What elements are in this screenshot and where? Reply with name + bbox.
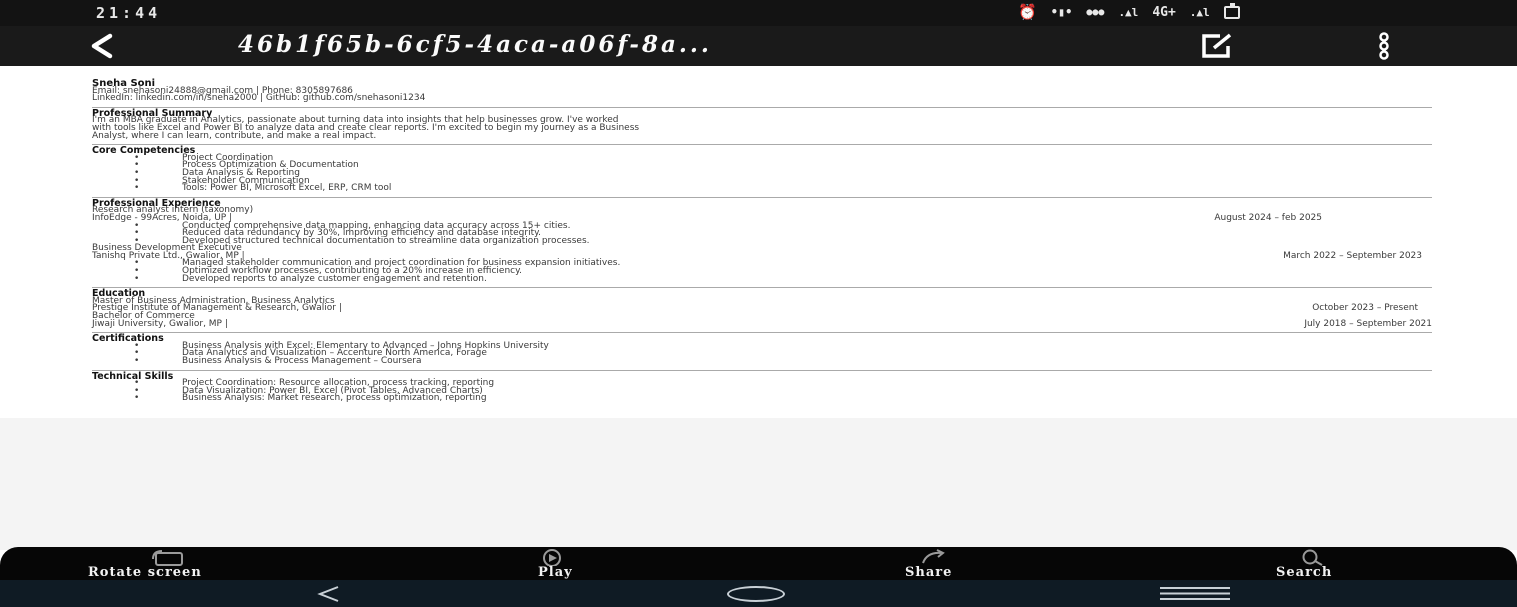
school-row: Prestige Institute of Management & Resea… bbox=[92, 303, 1432, 314]
play-icon bbox=[543, 549, 561, 566]
degree: Bachelor of Commerce bbox=[92, 311, 195, 322]
rotate-screen-label: Rotate screen bbox=[88, 565, 202, 580]
list-item: Business Analysis & Process Management –… bbox=[92, 357, 1432, 366]
bottom-action-bar: Rotate screen Play Share Search bbox=[0, 547, 1517, 580]
play-button[interactable]: Play bbox=[530, 547, 610, 580]
job-dates: March 2022 – September 2023 bbox=[1283, 250, 1422, 261]
share-label: Share bbox=[905, 565, 953, 580]
battery-icon bbox=[1223, 2, 1240, 19]
signal-icon-2: .▲l bbox=[1189, 5, 1210, 19]
search-button[interactable]: Search bbox=[1276, 547, 1386, 580]
vibrate-icon: •▮• bbox=[1050, 5, 1073, 19]
status-time: 21:44 bbox=[96, 4, 162, 22]
resume-content: Sneha Soni Email: snehasoni24888@gmail.c… bbox=[92, 79, 1432, 403]
list-item: Business Analysis: Market research, proc… bbox=[92, 394, 1432, 403]
nav-back-icon[interactable] bbox=[316, 584, 342, 604]
job-dates: August 2024 – feb 2025 bbox=[1214, 212, 1322, 223]
education-section: Education Master of Business Administrat… bbox=[92, 287, 1432, 328]
section-title: Professional Experience bbox=[92, 197, 221, 209]
system-nav-bar bbox=[0, 580, 1517, 607]
signal-icon: .▲l bbox=[1118, 5, 1139, 19]
status-bar: 21:44 ⏰ •▮• ●●● .▲l 4G+ .▲l bbox=[0, 0, 1517, 26]
app-bar: 46b1f65b-6cf5-4aca-a06f-8a... bbox=[0, 26, 1517, 66]
certifications-section: Certifications Business Analysis with Ex… bbox=[92, 332, 1432, 366]
wifi-calling-icon: ●●● bbox=[1086, 6, 1105, 18]
back-arrow-icon[interactable] bbox=[84, 30, 124, 62]
edit-icon[interactable] bbox=[1200, 32, 1234, 60]
summary-line: Analyst, where I can learn, contribute, … bbox=[92, 130, 377, 141]
experience-section: Professional Experience Research analyst… bbox=[92, 196, 1432, 284]
play-label: Play bbox=[538, 565, 573, 580]
list-item: Tools: Power BI, Microsoft Excel, ERP, C… bbox=[92, 184, 1432, 193]
section-title: Core Competencies bbox=[92, 145, 196, 157]
education-dates: October 2023 – Present bbox=[1312, 303, 1418, 314]
empty-page-area bbox=[0, 418, 1517, 550]
more-vertical-icon[interactable] bbox=[1376, 32, 1392, 60]
school: Jiwaji University, Gwalior, MP | bbox=[92, 318, 228, 329]
nav-home-icon[interactable] bbox=[727, 586, 785, 602]
list-item: Developed reports to analyze customer en… bbox=[92, 274, 1432, 284]
school-row: Jiwaji University, Gwalior, MP | July 20… bbox=[92, 318, 1432, 329]
rotate-screen-icon bbox=[152, 550, 183, 566]
skills-section: Technical Skills Project Coordination: R… bbox=[92, 369, 1432, 403]
competencies-section: Core Competencies Project Coordination P… bbox=[92, 144, 1432, 193]
summary-section: Professional Summary I'm an MBA graduate… bbox=[92, 106, 1432, 141]
search-icon bbox=[1302, 549, 1323, 566]
search-label: Search bbox=[1276, 565, 1333, 580]
education-dates: July 2018 – September 2021 bbox=[1304, 318, 1432, 329]
contact-line: LinkedIn: linkedin.com/in/sneha2000 | Gi… bbox=[92, 93, 426, 104]
share-button[interactable]: Share bbox=[905, 547, 995, 580]
document-view[interactable]: Sneha Soni Email: snehasoni24888@gmail.c… bbox=[0, 66, 1517, 418]
list-item: Developed structured technical documenta… bbox=[92, 236, 1432, 246]
status-icons: ⏰ •▮• ●●● .▲l 4G+ .▲l bbox=[1018, 2, 1240, 21]
job-role: Business Development Executive bbox=[92, 243, 242, 254]
document-title: 46b1f65b-6cf5-4aca-a06f-8a... bbox=[238, 31, 712, 58]
alarm-icon: ⏰ bbox=[1018, 3, 1037, 21]
nav-recent-apps-icon[interactable] bbox=[1160, 586, 1230, 601]
rotate-screen-button[interactable]: Rotate screen bbox=[88, 547, 298, 580]
share-icon bbox=[922, 549, 945, 564]
network-type: 4G+ bbox=[1152, 4, 1176, 20]
